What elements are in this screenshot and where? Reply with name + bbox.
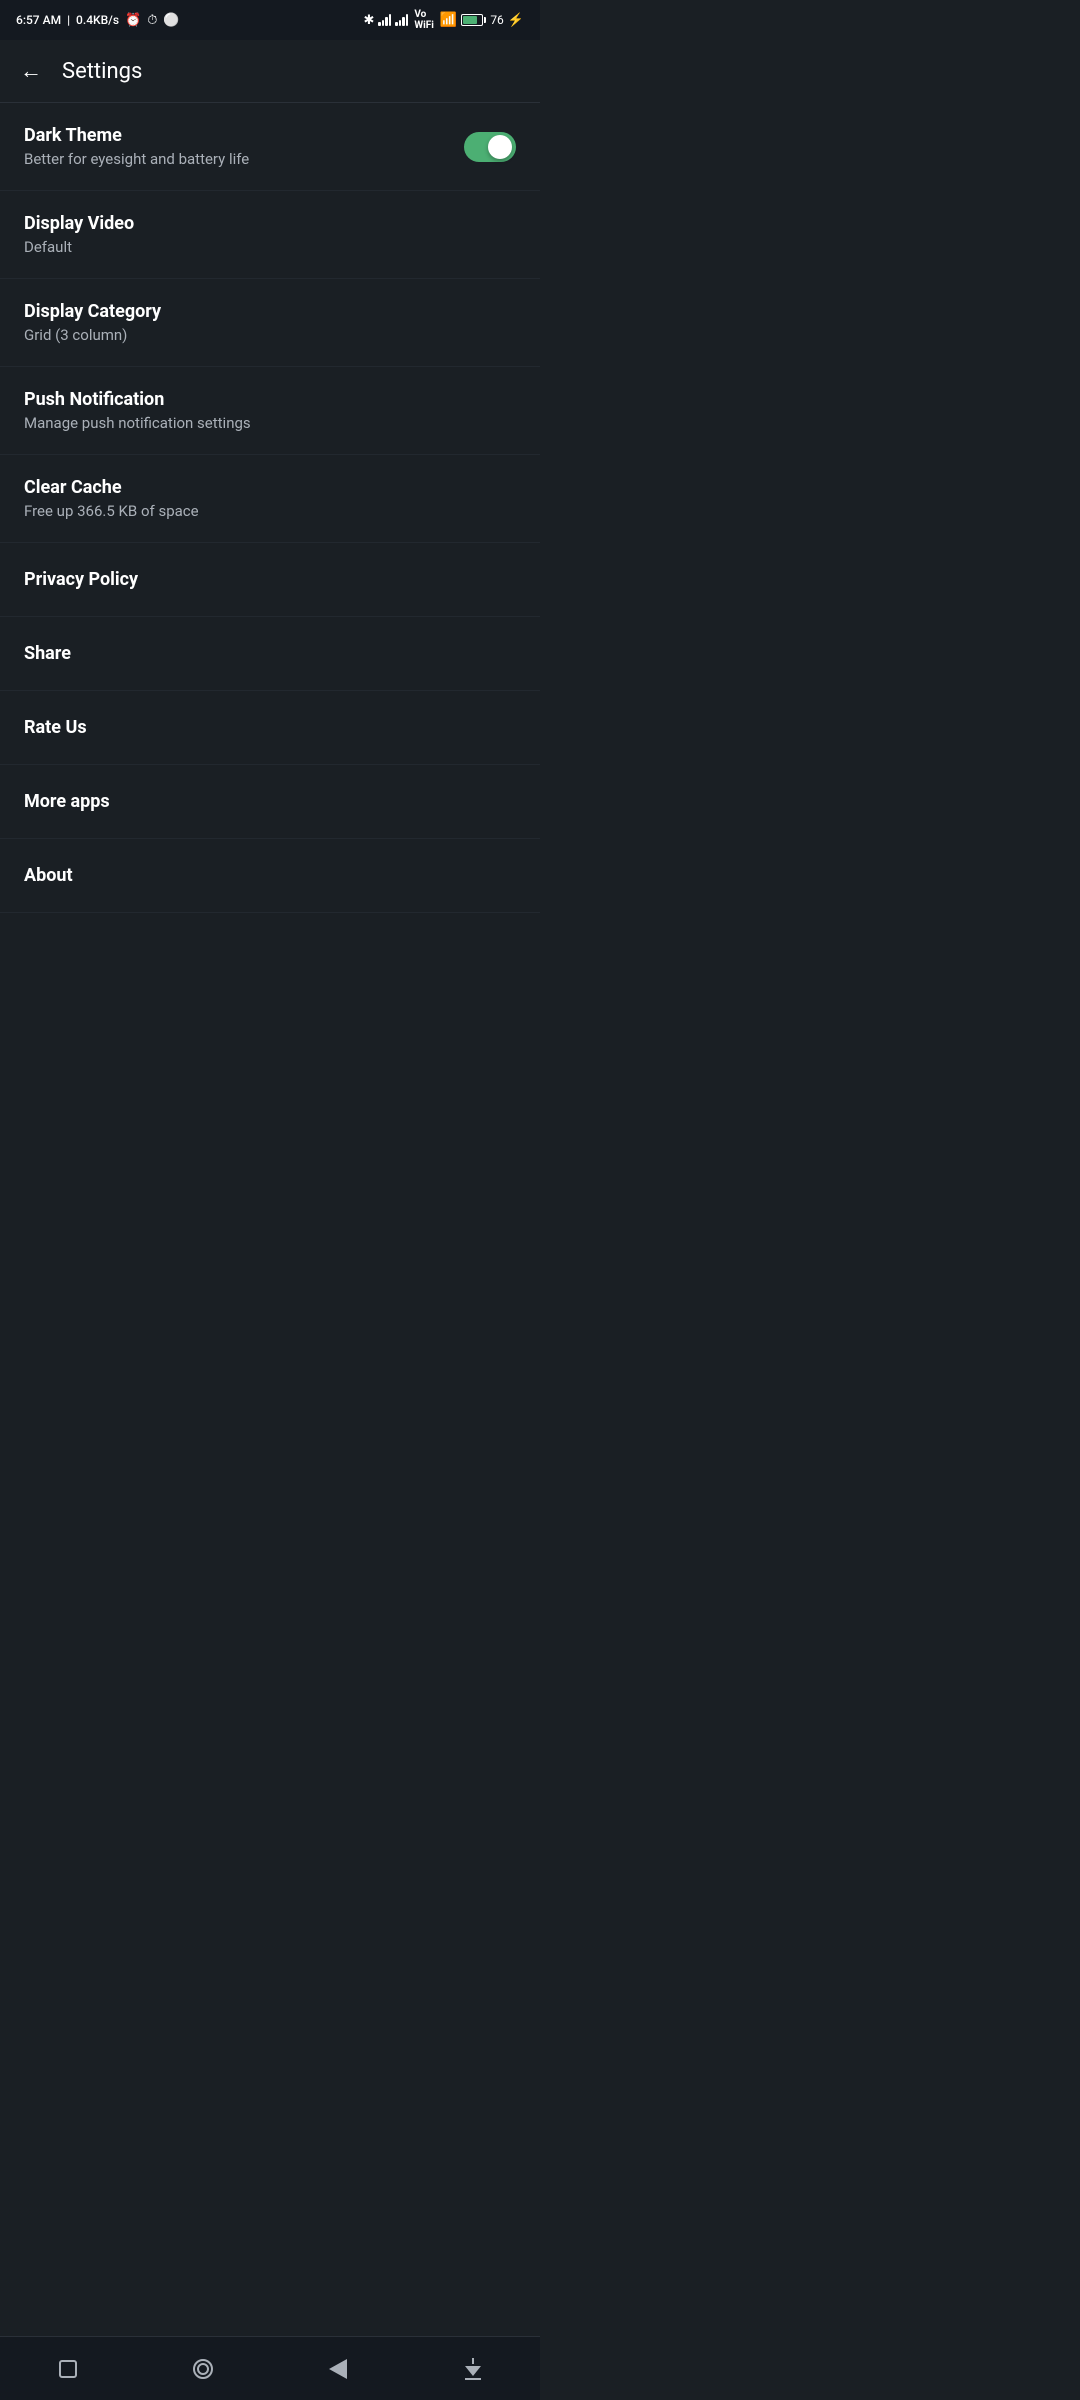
dark-theme-title: Dark Theme	[24, 125, 464, 146]
clear-cache-title: Clear Cache	[24, 477, 516, 498]
clock-icon: ⏱	[147, 13, 157, 28]
status-bar-right: ✱ VoWiFi 📶 76 ⚡	[363, 9, 524, 31]
bar3	[402, 17, 405, 26]
battery-tip	[484, 17, 486, 23]
toggle-knob	[488, 135, 512, 159]
display-category-content: Display Category Grid (3 column)	[24, 301, 516, 344]
display-video-content: Display Video Default	[24, 213, 516, 256]
clear-cache-content: Clear Cache Free up 366.5 KB of space	[24, 477, 516, 520]
time-display: 6:57 AM	[16, 13, 61, 27]
battery-fill	[463, 16, 477, 24]
display-video-title: Display Video	[24, 213, 516, 234]
other-icon: ⚪	[163, 13, 179, 28]
bar1	[378, 22, 381, 26]
privacy-policy-title: Privacy Policy	[24, 569, 516, 590]
status-bar-left: 6:57 AM | 0.4KB/s ⏰ ⏱ ⚪	[16, 13, 180, 28]
rate-us-item[interactable]: Rate Us	[0, 691, 540, 765]
bar4	[406, 14, 409, 26]
battery-indicator	[461, 14, 486, 26]
battery-percent: 76	[490, 13, 504, 27]
dark-theme-subtitle: Better for eyesight and battery life	[24, 150, 464, 168]
back-icon	[329, 2359, 347, 2379]
signal-bars-2	[395, 14, 408, 26]
battery-body	[461, 14, 483, 26]
dark-theme-item[interactable]: Dark Theme Better for eyesight and batte…	[0, 103, 540, 191]
display-video-item[interactable]: Display Video Default	[0, 191, 540, 279]
wifi-icon: 📶	[440, 12, 457, 28]
bar2	[382, 20, 385, 26]
bar4	[389, 14, 392, 26]
about-title: About	[24, 865, 516, 886]
download-line	[472, 2358, 474, 2364]
push-notification-subtitle: Manage push notification settings	[24, 414, 516, 432]
separator: |	[67, 13, 70, 27]
alarm-icon: ⏰	[125, 13, 141, 28]
home-button[interactable]	[173, 2349, 233, 2389]
download-icon	[465, 2358, 481, 2380]
share-item[interactable]: Share	[0, 617, 540, 691]
bluetooth-icon: ✱	[363, 13, 374, 28]
bar2	[399, 20, 402, 26]
home-icon	[193, 2359, 213, 2379]
back-button[interactable]: ←	[20, 58, 42, 84]
push-notification-content: Push Notification Manage push notificati…	[24, 389, 516, 432]
vowifi-icon: VoWiFi	[414, 9, 434, 31]
push-notification-item[interactable]: Push Notification Manage push notificati…	[0, 367, 540, 455]
download-button[interactable]	[443, 2349, 503, 2389]
download-arrow	[465, 2366, 481, 2376]
share-title: Share	[24, 643, 516, 664]
push-notification-title: Push Notification	[24, 389, 516, 410]
display-category-item[interactable]: Display Category Grid (3 column)	[0, 279, 540, 367]
bar3	[385, 17, 388, 26]
navigation-bar	[0, 2336, 540, 2400]
display-category-subtitle: Grid (3 column)	[24, 326, 516, 344]
data-speed: 0.4KB/s	[76, 13, 119, 27]
clear-cache-item[interactable]: Clear Cache Free up 366.5 KB of space	[0, 455, 540, 543]
app-header: ← Settings	[0, 40, 540, 102]
clear-cache-subtitle: Free up 366.5 KB of space	[24, 502, 516, 520]
settings-content: Dark Theme Better for eyesight and batte…	[0, 103, 540, 977]
more-apps-item[interactable]: More apps	[0, 765, 540, 839]
dark-theme-toggle[interactable]	[464, 132, 516, 162]
privacy-policy-item[interactable]: Privacy Policy	[0, 543, 540, 617]
display-video-subtitle: Default	[24, 238, 516, 256]
status-bar: 6:57 AM | 0.4KB/s ⏰ ⏱ ⚪ ✱ VoWiFi 📶 76	[0, 0, 540, 40]
about-item[interactable]: About	[0, 839, 540, 913]
page-title: Settings	[62, 59, 142, 84]
dark-theme-content: Dark Theme Better for eyesight and batte…	[24, 125, 464, 168]
bar1	[395, 22, 398, 26]
more-apps-title: More apps	[24, 791, 516, 812]
back-nav-button[interactable]	[308, 2349, 368, 2389]
rate-us-title: Rate Us	[24, 717, 516, 738]
recents-icon	[59, 2360, 77, 2378]
signal-bars-1	[378, 14, 391, 26]
settings-list: Dark Theme Better for eyesight and batte…	[0, 103, 540, 913]
download-base	[465, 2378, 481, 2380]
charging-icon: ⚡	[508, 13, 524, 28]
display-category-title: Display Category	[24, 301, 516, 322]
recents-button[interactable]	[38, 2349, 98, 2389]
